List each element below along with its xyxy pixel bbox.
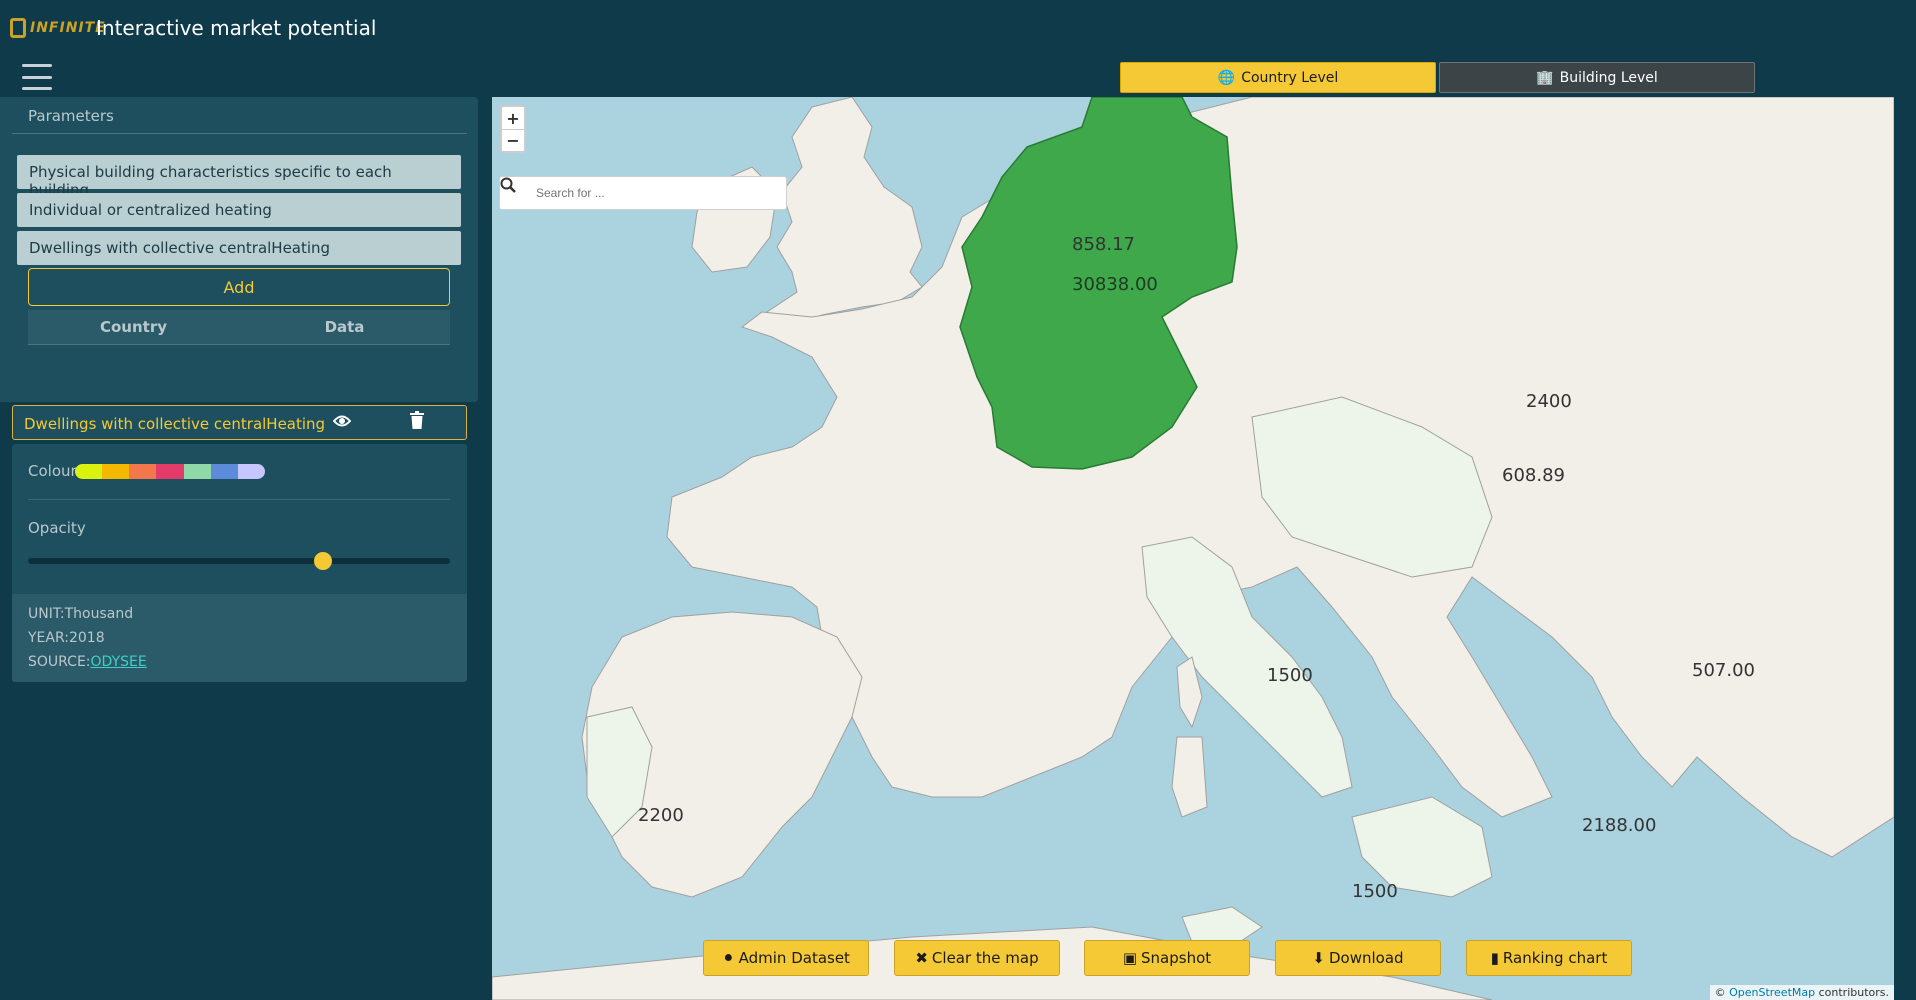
map-attribution: © OpenStreetMap contributors. [1709, 985, 1894, 1000]
column-header-data[interactable]: Data [239, 318, 450, 336]
colour-swatch [183, 464, 211, 479]
divider [28, 499, 450, 500]
delete-trash-icon[interactable] [409, 411, 427, 431]
bar-chart-icon: ▮ [1490, 949, 1499, 967]
admin-dataset-button[interactable]: ⚫ Admin Dataset [703, 940, 869, 976]
year-text: YEAR:2018 [28, 630, 105, 646]
logo-mark-icon [10, 18, 26, 38]
colour-swatch [156, 464, 184, 479]
colour-swatch [210, 464, 238, 479]
map-search-box[interactable] [499, 176, 787, 210]
admin-dataset-label: Admin Dataset [738, 949, 850, 967]
attribution-suffix: contributors. [1815, 986, 1889, 999]
column-header-country[interactable]: Country [28, 318, 239, 336]
country-level-label: Country Level [1241, 69, 1339, 86]
attribution-prefix: © [1714, 986, 1730, 999]
source-prefix: SOURCE: [28, 654, 91, 670]
colour-swatch [237, 464, 265, 479]
search-input[interactable] [536, 181, 766, 205]
add-button[interactable]: Add [28, 268, 450, 306]
unit-text: UNIT:Thousand [28, 606, 134, 622]
app-logo: INFINITE [10, 18, 106, 38]
label-romania: 507.00 [1692, 660, 1755, 681]
hamburger-line [22, 75, 52, 79]
search-icon [500, 177, 526, 201]
clear-map-label: Clear the map [931, 949, 1039, 967]
download-icon: ⬇ [1312, 949, 1325, 967]
label-netherlands: 858.17 [1072, 234, 1135, 255]
logo-text: INFINITE [30, 20, 106, 36]
building-level-button[interactable]: 🏢 Building Level [1439, 62, 1755, 93]
globe-icon: 🌐 [1217, 69, 1236, 86]
clear-map-button[interactable]: ✖ Clear the map [894, 940, 1060, 976]
land-sardinia [1171, 736, 1208, 818]
opacity-slider-thumb[interactable] [314, 552, 333, 570]
parameter-item[interactable]: Individual or centralized heating [17, 193, 461, 227]
zoom-out-button[interactable]: − [502, 129, 524, 151]
country-level-button[interactable]: 🌐 Country Level [1120, 62, 1436, 93]
app-title: Interactive market potential [96, 16, 377, 40]
zoom-control: + − [500, 105, 526, 153]
map-view[interactable]: + − 30838.00 858.17 2400 608.89 1500 150… [492, 97, 1894, 1000]
osm-attribution-link[interactable]: OpenStreetMap [1729, 986, 1815, 999]
ranking-chart-button[interactable]: ▮ Ranking chart [1466, 940, 1632, 976]
eraser-icon: ✖ [915, 949, 928, 967]
colour-label: Colour [28, 462, 77, 480]
layer-metadata: UNIT:Thousand YEAR:2018 SOURCE:ODYSEE [12, 594, 467, 682]
colour-ramp-picker[interactable] [75, 464, 265, 479]
parameters-panel: Parameters Physical building characteris… [0, 97, 478, 402]
download-button[interactable]: ⬇ Download [1275, 940, 1441, 976]
label-italy-south: 1500 [1352, 881, 1398, 902]
parameter-item[interactable]: Physical building characteristics specif… [17, 155, 461, 199]
snapshot-button[interactable]: ▣ Snapshot [1084, 940, 1250, 976]
colour-swatch [129, 464, 157, 479]
data-table-header: Country Data [28, 310, 450, 345]
building-level-label: Building Level [1559, 69, 1658, 86]
land-great-britain [766, 97, 923, 328]
label-spain: 2200 [638, 805, 684, 826]
menu-toggle-button[interactable] [22, 64, 52, 90]
opacity-slider-track[interactable] [28, 558, 450, 564]
source-text: SOURCE:ODYSEE [28, 654, 147, 670]
snapshot-label: Snapshot [1141, 949, 1212, 967]
parameters-heading: Parameters [12, 107, 467, 134]
download-label: Download [1329, 949, 1404, 967]
zoom-in-button[interactable]: + [502, 107, 524, 129]
opacity-label: Opacity [28, 519, 86, 537]
map-basemap [492, 97, 1894, 1000]
label-hungary: 608.89 [1502, 465, 1565, 486]
colour-swatch [75, 464, 103, 479]
layer-title: Dwellings with collective centralHeating [24, 415, 326, 433]
source-link[interactable]: ODYSEE [91, 654, 147, 670]
parameter-item[interactable]: Dwellings with collective centralHeating [17, 231, 461, 265]
layer-header: Dwellings with collective centralHeating [12, 405, 467, 440]
colour-swatch [102, 464, 130, 479]
label-poland: 2400 [1526, 391, 1572, 412]
label-greece: 2188.00 [1582, 815, 1657, 836]
label-italy: 1500 [1267, 665, 1313, 686]
hamburger-line [22, 64, 52, 67]
layer-settings: Colour Opacity UNIT:Thousand YEAR:2018 S… [12, 444, 467, 682]
app-header: INFINITE Interactive market potential [0, 0, 1916, 58]
hamburger-line [22, 87, 52, 90]
database-icon: ⚫ [722, 949, 735, 967]
visibility-eye-icon[interactable] [332, 413, 352, 432]
ranking-chart-label: Ranking chart [1502, 949, 1608, 967]
building-icon: 🏢 [1536, 69, 1554, 86]
image-file-icon: ▣ [1122, 949, 1138, 967]
label-germany: 30838.00 [1072, 274, 1158, 295]
